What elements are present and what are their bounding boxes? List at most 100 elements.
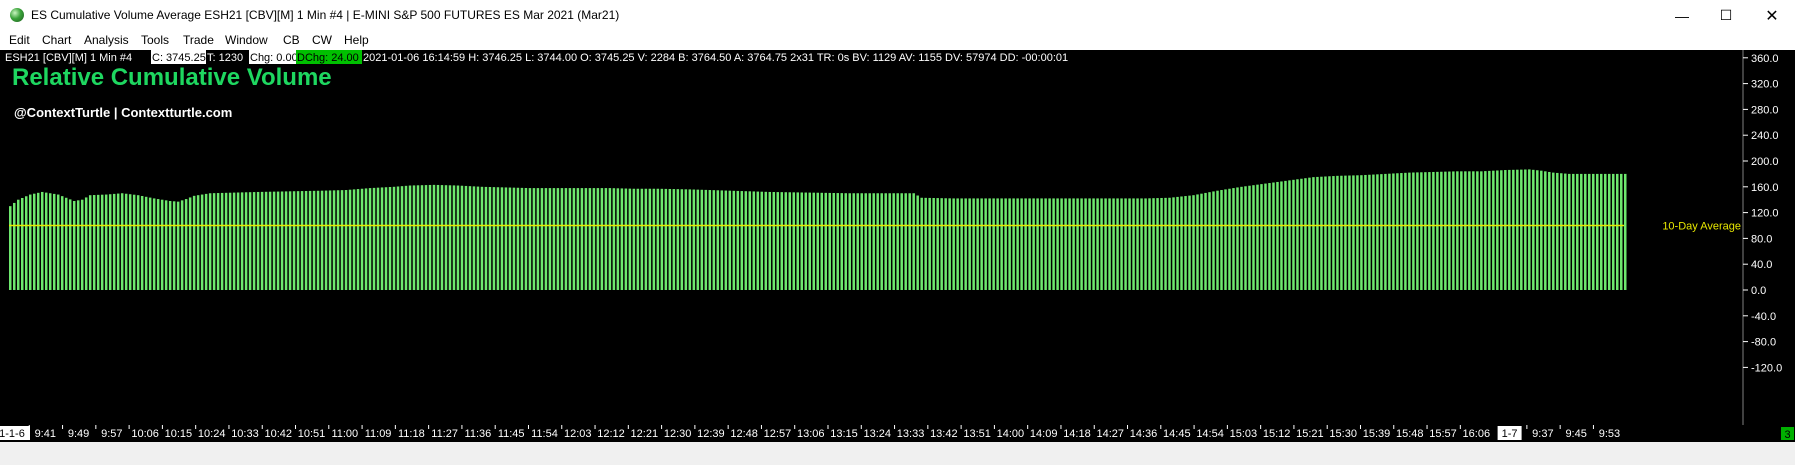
volume-bar bbox=[456, 185, 460, 290]
volume-bar bbox=[1404, 172, 1407, 290]
menu-edit[interactable]: Edit bbox=[9, 33, 30, 47]
menu-cw[interactable]: CW bbox=[312, 33, 332, 47]
databox-segment-2: T: 1230 bbox=[207, 52, 243, 64]
volume-bar bbox=[48, 193, 52, 290]
y-tick-label: 320.0 bbox=[1751, 79, 1779, 91]
volume-bar bbox=[884, 193, 887, 290]
volume-bar bbox=[1528, 169, 1531, 290]
volume-bar bbox=[580, 188, 584, 290]
volume-bar bbox=[1452, 171, 1455, 290]
volume-bar bbox=[720, 190, 724, 290]
volume-bar bbox=[920, 197, 923, 290]
volume-bar bbox=[776, 192, 780, 290]
volume-bar bbox=[900, 193, 903, 290]
volume-bar bbox=[1044, 198, 1047, 290]
chart-svg[interactable]: ESH21 [CBV][M] 1 Min #4 C: 3745.25 T: 1230… bbox=[0, 27, 1795, 425]
volume-bar bbox=[76, 200, 80, 290]
volume-bar bbox=[308, 190, 312, 290]
volume-bar bbox=[1088, 198, 1091, 290]
x-tick-label: 15:57 bbox=[1429, 428, 1457, 440]
volume-bar bbox=[452, 185, 456, 290]
menu-trade[interactable]: Trade bbox=[183, 33, 214, 47]
volume-bar bbox=[332, 190, 336, 290]
title-bar: ES Cumulative Volume Average ESH21 [CBV]… bbox=[0, 0, 1795, 31]
volume-bar bbox=[232, 192, 236, 290]
volume-bar bbox=[112, 193, 116, 290]
volume-bar bbox=[340, 190, 344, 290]
menu-analysis[interactable]: Analysis bbox=[84, 33, 129, 47]
x-tick-label: 11:00 bbox=[331, 428, 358, 440]
volume-bar bbox=[916, 195, 919, 290]
volume-bar bbox=[1540, 170, 1543, 290]
volume-bar bbox=[180, 200, 184, 290]
volume-bar bbox=[1276, 181, 1279, 290]
volume-bar bbox=[600, 188, 604, 290]
volume-bar bbox=[832, 192, 835, 290]
scrollbar-track[interactable] bbox=[0, 442, 1795, 460]
volume-bar bbox=[400, 186, 404, 290]
volume-bar bbox=[1316, 176, 1319, 290]
close-icon[interactable]: ✕ bbox=[1749, 0, 1795, 31]
volume-bar bbox=[1584, 173, 1587, 290]
maximize-icon[interactable]: ☐ bbox=[1703, 0, 1749, 31]
volume-bar bbox=[1568, 173, 1571, 290]
volume-bar bbox=[360, 188, 364, 290]
window-title: ES Cumulative Volume Average ESH21 [CBV]… bbox=[31, 8, 620, 22]
volume-bar bbox=[880, 193, 883, 290]
volume-bar bbox=[936, 198, 939, 290]
databox-segment-3: Chg: 0.00 bbox=[250, 52, 298, 64]
volume-bar bbox=[1400, 173, 1403, 290]
volume-bar bbox=[80, 199, 84, 290]
volume-bar bbox=[444, 185, 448, 290]
volume-bar bbox=[1008, 198, 1011, 290]
databox-segment-5: 2021-01-06 16:14:59 H: 3746.25 L: 3744.0… bbox=[363, 52, 1068, 64]
time-axis[interactable]: 1-1-6 9:41 9:49 9:57 10:06 10:15 10:24 10:33 10:… bbox=[0, 425, 1795, 460]
x-tick-label: 13:24 bbox=[864, 428, 892, 440]
volume-bar bbox=[124, 193, 128, 290]
chart-area[interactable]: ESH21 [CBV][M] 1 Min #4 C: 3745.25 T: 1230… bbox=[0, 27, 1795, 425]
volume-bar bbox=[184, 199, 188, 290]
volume-bar bbox=[160, 199, 164, 290]
volume-bar bbox=[1288, 180, 1291, 290]
volume-bar bbox=[428, 184, 432, 290]
volume-bar bbox=[792, 192, 796, 290]
x-tick-label: 12:03 bbox=[564, 428, 592, 440]
volume-bar bbox=[1340, 175, 1343, 290]
volume-bar bbox=[128, 194, 132, 290]
volume-bar bbox=[28, 194, 32, 290]
volume-bar bbox=[460, 185, 464, 290]
x-tick-label: 14:18 bbox=[1063, 428, 1091, 440]
volume-bar bbox=[1352, 175, 1355, 290]
volume-bar bbox=[120, 193, 124, 290]
volume-bar bbox=[872, 193, 875, 290]
volume-bar bbox=[964, 198, 967, 290]
volume-bar bbox=[476, 186, 480, 290]
volume-bar bbox=[1560, 173, 1563, 290]
volume-bar bbox=[280, 191, 284, 290]
volume-bar bbox=[724, 190, 728, 290]
x-tick-label: 14:00 bbox=[997, 428, 1025, 440]
volume-bar bbox=[1368, 174, 1371, 290]
volume-bar bbox=[512, 187, 516, 290]
volume-bar bbox=[980, 198, 983, 290]
volume-bar bbox=[944, 198, 947, 290]
menu-help[interactable]: Help bbox=[344, 33, 369, 47]
volume-bar bbox=[92, 195, 96, 290]
volume-bar bbox=[704, 189, 708, 290]
data-box: ESH21 [CBV][M] 1 Min #4 C: 3745.25 T: 1230… bbox=[4, 50, 1187, 64]
x-tick-label: 10:06 bbox=[131, 428, 159, 440]
volume-bar bbox=[1084, 198, 1087, 290]
menu-cb[interactable]: CB bbox=[283, 33, 300, 47]
volume-bar bbox=[296, 191, 300, 290]
volume-bar bbox=[312, 190, 316, 290]
x-tick-label: 15:30 bbox=[1329, 428, 1357, 440]
volume-bar bbox=[1028, 198, 1031, 290]
volume-bar bbox=[1188, 195, 1191, 290]
minimize-icon[interactable]: — bbox=[1659, 0, 1705, 31]
menu-chart[interactable]: Chart bbox=[42, 33, 71, 47]
volume-bar bbox=[284, 191, 288, 290]
volume-bar bbox=[488, 187, 492, 290]
volume-bar bbox=[700, 189, 704, 290]
menu-tools[interactable]: Tools bbox=[141, 33, 169, 47]
menu-window[interactable]: Window bbox=[225, 33, 268, 47]
